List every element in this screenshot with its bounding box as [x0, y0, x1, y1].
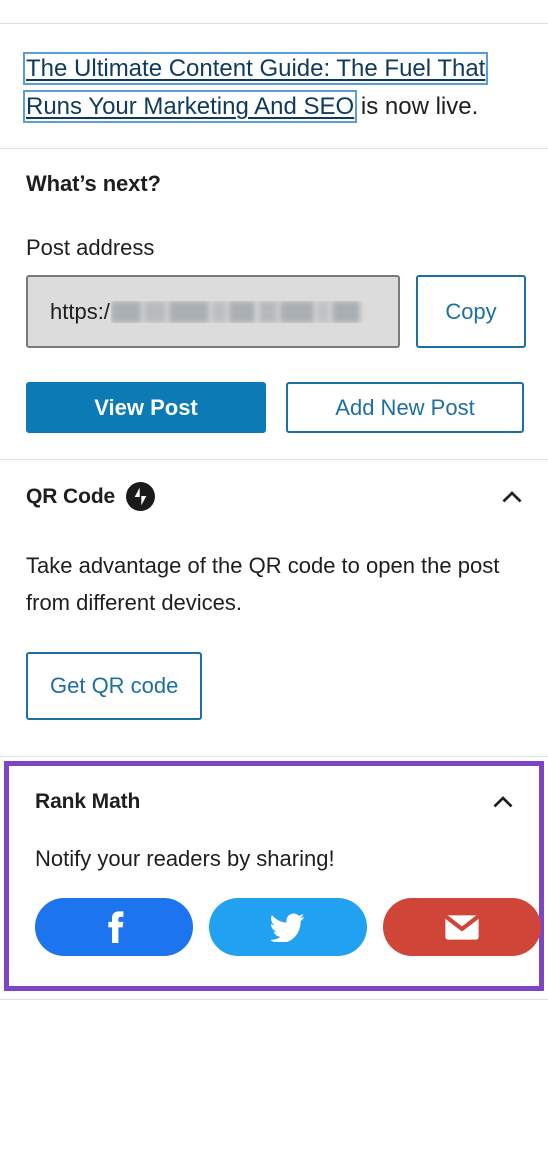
post-address-visible-text: https:/: [50, 298, 110, 324]
jetpack-icon: [126, 482, 156, 511]
qr-code-description: Take advantage of the QR code to open th…: [26, 553, 500, 615]
share-email-button[interactable]: [383, 898, 541, 956]
chevron-up-icon[interactable]: [498, 483, 526, 511]
post-address-redacted: [110, 300, 382, 323]
view-post-button[interactable]: View Post: [26, 382, 266, 433]
qr-code-panel: QR Code Take advantage of the QR code to…: [0, 460, 548, 756]
rank-math-panel-header[interactable]: Rank Math: [9, 766, 539, 838]
post-publish-panel: The Ultimate Content Guide: The Fuel Tha…: [0, 0, 548, 1000]
facebook-icon: [108, 911, 124, 943]
panel-bottom-spacer: [0, 991, 548, 999]
share-twitter-button[interactable]: [209, 898, 367, 956]
divider-before-rankmath: [0, 756, 548, 757]
post-address-input[interactable]: https:/: [26, 275, 400, 348]
share-facebook-button[interactable]: [35, 898, 193, 956]
twitter-icon: [271, 913, 305, 942]
post-address-row: https:/ Copy: [26, 275, 526, 348]
published-message: The Ultimate Content Guide: The Fuel Tha…: [22, 50, 524, 126]
qr-code-panel-title: QR Code: [26, 484, 116, 508]
email-icon: [445, 914, 479, 940]
panel-top-spacer: [0, 0, 548, 23]
add-new-post-button[interactable]: Add New Post: [286, 382, 524, 433]
divider-bottom: [0, 999, 548, 1000]
get-qr-code-button[interactable]: Get QR code: [26, 652, 203, 720]
rank-math-panel: Rank Math Notify your readers by sharing…: [4, 761, 544, 991]
post-published-notice: The Ultimate Content Guide: The Fuel Tha…: [0, 24, 548, 148]
rank-math-description: Notify your readers by sharing!: [35, 846, 335, 871]
qr-code-panel-header[interactable]: QR Code: [0, 460, 548, 533]
rank-math-panel-body: Notify your readers by sharing!: [9, 838, 541, 986]
post-address-label: Post address: [26, 235, 155, 260]
rank-math-panel-title: Rank Math: [35, 790, 141, 813]
published-message-suffix: is now live.: [354, 93, 479, 120]
social-share-row: [35, 898, 541, 956]
whats-next-section: What’s next? Post address https:/ Copy V…: [0, 149, 548, 459]
qr-code-panel-body: Take advantage of the QR code to open th…: [0, 533, 548, 756]
post-actions-row: View Post Add New Post: [26, 382, 524, 433]
whats-next-heading: What’s next?: [26, 171, 161, 196]
chevron-up-icon[interactable]: [489, 788, 517, 816]
copy-address-button[interactable]: Copy: [416, 275, 526, 348]
